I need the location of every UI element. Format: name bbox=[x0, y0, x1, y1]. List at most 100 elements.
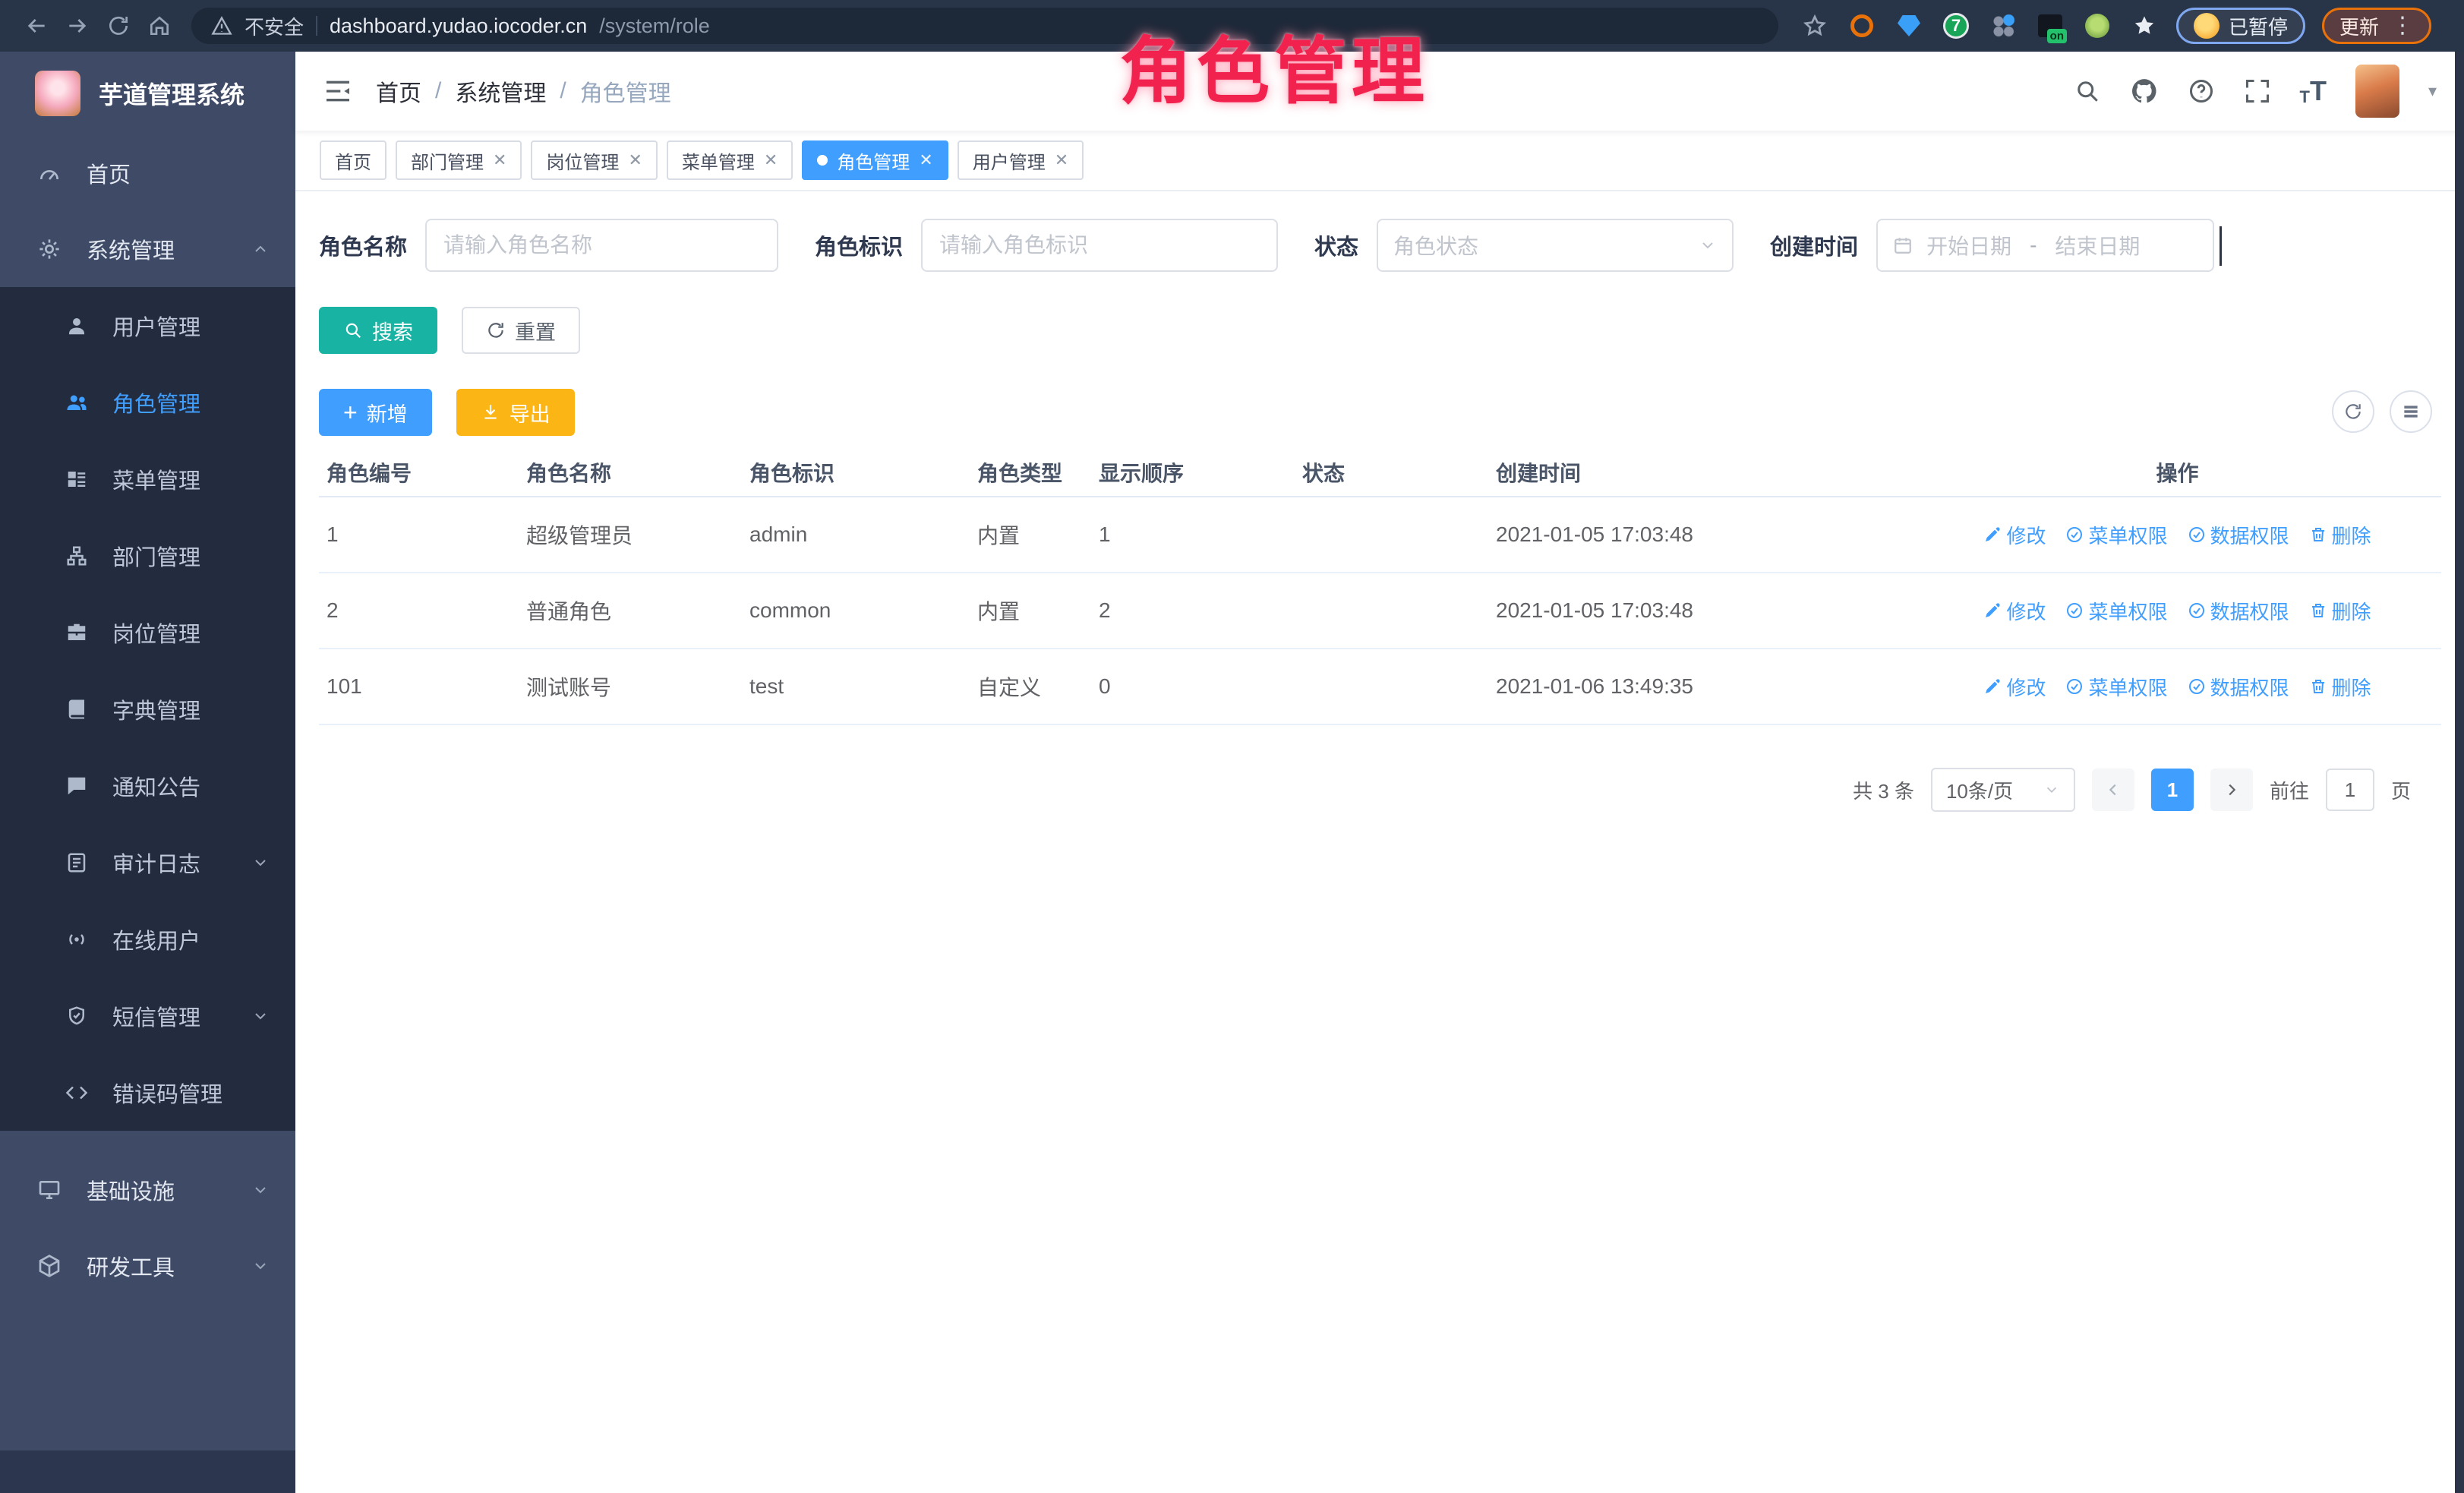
help-icon[interactable] bbox=[2188, 77, 2215, 105]
tab-role[interactable]: 角色管理 ✕ bbox=[802, 140, 948, 180]
close-icon[interactable]: ✕ bbox=[493, 150, 506, 170]
sidebar-collapse-bar[interactable] bbox=[0, 1450, 295, 1493]
add-button[interactable]: + 新增 bbox=[319, 389, 432, 436]
page-1-button[interactable]: 1 bbox=[2151, 769, 2194, 811]
browser-home-icon[interactable] bbox=[143, 9, 176, 43]
role-name-input[interactable] bbox=[425, 219, 778, 272]
bookmark-star-icon[interactable] bbox=[1800, 11, 1830, 41]
app-logo-row[interactable]: 芋道管理系统 bbox=[0, 52, 295, 135]
table-header-row: 角色编号 角色名称 角色标识 角色类型 显示顺序 状态 创建时间 操作 bbox=[319, 448, 2441, 497]
browser-back-icon[interactable] bbox=[20, 9, 53, 43]
sidebar-item-infrastructure[interactable]: 基础设施 bbox=[0, 1152, 295, 1228]
sidebar-item-home[interactable]: 首页 bbox=[0, 135, 295, 211]
tab-home[interactable]: 首页 bbox=[320, 140, 386, 180]
status-placeholder: 角色状态 bbox=[1393, 230, 1478, 260]
tab-post[interactable]: 岗位管理 ✕ bbox=[531, 140, 657, 180]
active-dot-icon bbox=[817, 155, 828, 166]
delete-link[interactable]: 删除 bbox=[2309, 521, 2371, 549]
extension-ring-icon[interactable] bbox=[1847, 11, 1877, 41]
data-permission-link[interactable]: 数据权限 bbox=[2188, 597, 2289, 625]
menu-permission-link[interactable]: 菜单权限 bbox=[2065, 597, 2167, 625]
search-button[interactable]: 搜索 bbox=[319, 307, 437, 354]
status-select[interactable]: 角色状态 bbox=[1377, 219, 1734, 272]
next-page-button[interactable] bbox=[2210, 769, 2253, 811]
sidebar-item-roles[interactable]: 角色管理 bbox=[0, 364, 295, 440]
cell-sort: 1 bbox=[1091, 497, 1295, 573]
browser-reload-icon[interactable] bbox=[102, 9, 135, 43]
sidebar-item-menus[interactable]: 菜单管理 bbox=[0, 440, 295, 517]
edit-link[interactable]: 修改 bbox=[1983, 673, 2046, 701]
monitor-icon bbox=[35, 1178, 64, 1202]
browser-update-chip[interactable]: 更新 ⋮ bbox=[2322, 8, 2431, 44]
sidebar-item-depts[interactable]: 部门管理 bbox=[0, 517, 295, 594]
avatar-caret-icon[interactable]: ▾ bbox=[2428, 81, 2437, 101]
refresh-icon[interactable] bbox=[2332, 390, 2374, 433]
date-range-picker[interactable]: 开始日期 - 结束日期 bbox=[1876, 219, 2214, 272]
sidebar-item-error-code[interactable]: 错误码管理 bbox=[0, 1054, 295, 1131]
extension-gem-icon[interactable] bbox=[1894, 11, 1924, 41]
sidebar-item-users[interactable]: 用户管理 bbox=[0, 287, 295, 364]
font-size-icon[interactable]: TT bbox=[2300, 75, 2327, 107]
hamburger-icon[interactable] bbox=[323, 76, 353, 106]
tab-menu[interactable]: 菜单管理 ✕ bbox=[667, 140, 793, 180]
extension-seven-icon[interactable]: 7 bbox=[1941, 11, 1971, 41]
tags-view-bar: 首页 部门管理 ✕ 岗位管理 ✕ 菜单管理 ✕ 角色管理 ✕ 用户管理 ✕ bbox=[295, 131, 2464, 191]
delete-link[interactable]: 删除 bbox=[2309, 597, 2371, 625]
user-avatar[interactable] bbox=[2355, 65, 2399, 118]
delete-link[interactable]: 删除 bbox=[2309, 673, 2371, 701]
goto-label: 前往 bbox=[2270, 776, 2309, 804]
extension-monkey-icon[interactable] bbox=[2082, 11, 2112, 41]
sidebar-item-sms[interactable]: 短信管理 bbox=[0, 977, 295, 1054]
browser-forward-icon[interactable] bbox=[61, 9, 94, 43]
breadcrumb-system[interactable]: 系统管理 bbox=[455, 74, 546, 108]
breadcrumb-separator: / bbox=[560, 78, 566, 104]
sidebar-item-dict[interactable]: 字典管理 bbox=[0, 671, 295, 747]
menu-permission-link[interactable]: 菜单权限 bbox=[2065, 673, 2167, 701]
goto-page-input[interactable] bbox=[2326, 769, 2374, 811]
end-date-placeholder[interactable]: 结束日期 bbox=[2055, 230, 2140, 260]
plus-icon: + bbox=[343, 400, 358, 425]
status-label: 状态 bbox=[1314, 229, 1358, 261]
sidebar-item-system-mgmt[interactable]: 系统管理 bbox=[0, 211, 295, 287]
tab-dept[interactable]: 部门管理 ✕ bbox=[396, 140, 522, 180]
close-icon[interactable]: ✕ bbox=[1055, 150, 1068, 170]
tab-user[interactable]: 用户管理 ✕ bbox=[958, 140, 1084, 180]
github-icon[interactable] bbox=[2130, 77, 2159, 106]
data-permission-link[interactable]: 数据权限 bbox=[2188, 673, 2289, 701]
sidebar-item-audit-log[interactable]: 审计日志 bbox=[0, 824, 295, 901]
close-icon[interactable]: ✕ bbox=[628, 150, 642, 170]
close-icon[interactable]: ✕ bbox=[764, 150, 778, 170]
kebab-menu-icon[interactable]: ⋮ bbox=[2391, 14, 2414, 37]
reset-button[interactable]: 重置 bbox=[462, 307, 580, 354]
extension-dev-icon[interactable]: on bbox=[2035, 11, 2065, 41]
export-button[interactable]: 导出 bbox=[456, 389, 575, 436]
prev-page-button[interactable] bbox=[2092, 769, 2134, 811]
data-permission-link[interactable]: 数据权限 bbox=[2188, 521, 2289, 549]
sidebar-item-label: 审计日志 bbox=[112, 847, 200, 879]
chevron-up-icon bbox=[251, 240, 270, 258]
page-unit-label: 页 bbox=[2391, 776, 2411, 804]
sidebar-item-notice[interactable]: 通知公告 bbox=[0, 747, 295, 824]
start-date-placeholder[interactable]: 开始日期 bbox=[1926, 230, 2011, 260]
column-settings-icon[interactable] bbox=[2390, 390, 2432, 433]
page-size-select[interactable]: 10条/页 bbox=[1931, 768, 2075, 812]
sidebar-item-posts[interactable]: 岗位管理 bbox=[0, 594, 295, 671]
page-scrollbar[interactable] bbox=[2455, 52, 2464, 1493]
breadcrumb-home[interactable]: 首页 bbox=[376, 74, 421, 108]
fullscreen-icon[interactable] bbox=[2244, 77, 2271, 105]
extension-pin-icon[interactable] bbox=[2129, 11, 2160, 41]
menu-permission-link[interactable]: 菜单权限 bbox=[2065, 521, 2167, 549]
sidebar-item-online-users[interactable]: 在线用户 bbox=[0, 901, 295, 977]
close-icon[interactable]: ✕ bbox=[919, 150, 932, 170]
sidebar-item-dev-tools[interactable]: 研发工具 bbox=[0, 1228, 295, 1304]
address-bar[interactable]: 不安全 dashboard.yudao.iocoder.cn /system/r… bbox=[191, 8, 1778, 44]
tab-label: 角色管理 bbox=[837, 147, 910, 174]
search-button-label: 搜索 bbox=[372, 316, 413, 346]
url-path: /system/role bbox=[599, 14, 710, 38]
edit-link[interactable]: 修改 bbox=[1983, 521, 2046, 549]
role-key-input[interactable] bbox=[921, 219, 1278, 272]
search-icon[interactable] bbox=[2074, 77, 2101, 105]
profile-paused-chip[interactable]: 已暂停 bbox=[2176, 8, 2305, 44]
extension-grid-icon[interactable] bbox=[1988, 11, 2018, 41]
edit-link[interactable]: 修改 bbox=[1983, 597, 2046, 625]
